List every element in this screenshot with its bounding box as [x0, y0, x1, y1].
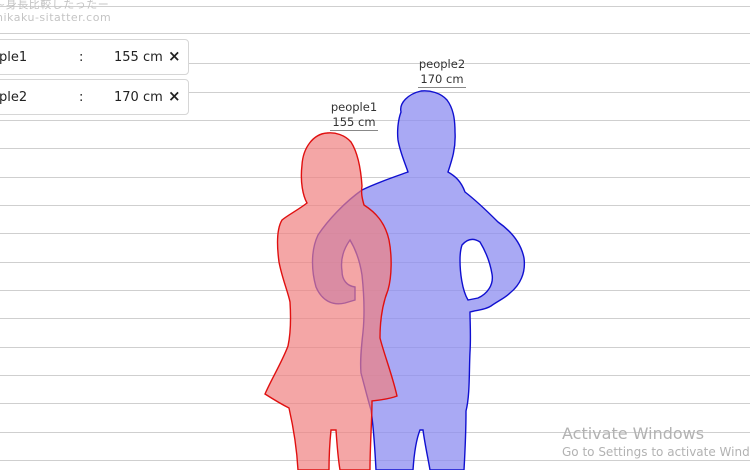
people2-label: people2 170 cm — [402, 57, 482, 88]
people1-label: people1 155 cm — [314, 100, 394, 131]
people2-height: 170 cm — [418, 72, 466, 88]
figure-canvas — [264, 90, 526, 470]
people1-height: 155 cm — [330, 115, 378, 131]
watermark-line2: Go to Settings to activate Windows. — [562, 445, 750, 459]
people1-name: people1 — [330, 100, 378, 114]
activate-windows-watermark: Activate Windows Go to Settings to activ… — [562, 424, 750, 460]
people2-name: people2 — [418, 57, 466, 71]
watermark-line1: Activate Windows — [562, 424, 705, 443]
